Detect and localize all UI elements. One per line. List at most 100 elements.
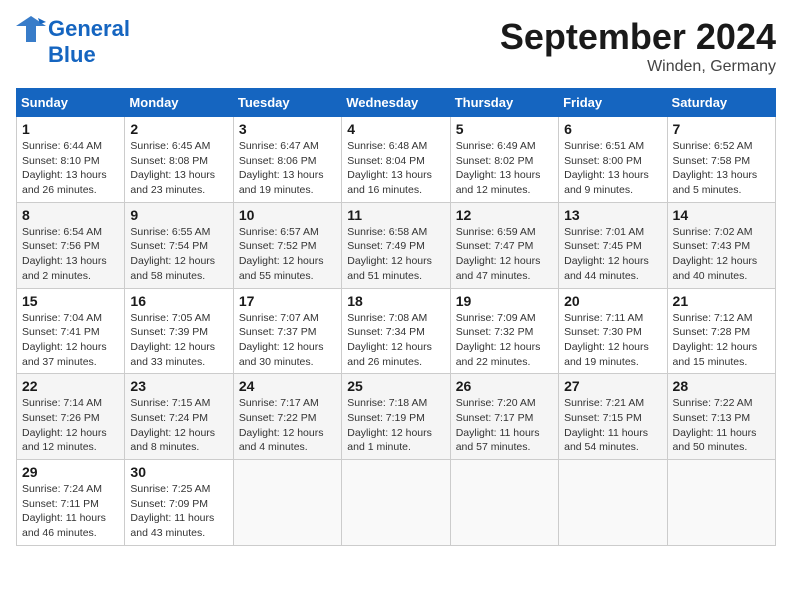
calendar-week-row: 15Sunrise: 7:04 AM Sunset: 7:41 PM Dayli… xyxy=(17,288,776,374)
logo-bird-icon xyxy=(16,16,46,42)
calendar-cell: 13 Sunrise: 7:01 AM Sunset: 7:45 PM Dayli… xyxy=(559,202,667,288)
calendar-cell: 25 Sunrise: 7:18 AM Sunset: 7:19 PM Dayli… xyxy=(342,374,450,460)
calendar-cell: 1Sunrise: 6:44 AM Sunset: 8:10 PM Daylig… xyxy=(17,117,125,203)
location: Winden, Germany xyxy=(500,58,776,76)
weekday-header: Tuesday xyxy=(233,89,341,117)
day-number: 29 xyxy=(22,464,119,480)
day-number: 3 xyxy=(239,121,336,137)
day-info: Sunrise: 6:51 AM Sunset: 8:00 PM Dayligh… xyxy=(564,139,661,198)
calendar-week-row: 22 Sunrise: 7:14 AM Sunset: 7:26 PM Dayli… xyxy=(17,374,776,460)
calendar-cell: 30 Sunrise: 7:25 AM Sunset: 7:09 PM Dayli… xyxy=(125,460,233,546)
calendar-header-row: SundayMondayTuesdayWednesdayThursdayFrid… xyxy=(17,89,776,117)
day-number: 16 xyxy=(130,293,227,309)
logo: General Blue xyxy=(16,16,130,68)
day-info: Sunrise: 7:24 AM Sunset: 7:11 PM Dayligh… xyxy=(22,482,119,541)
calendar-cell: 10 Sunrise: 6:57 AM Sunset: 7:52 PM Dayli… xyxy=(233,202,341,288)
day-number: 19 xyxy=(456,293,553,309)
calendar-cell: 18 Sunrise: 7:08 AM Sunset: 7:34 PM Dayli… xyxy=(342,288,450,374)
day-number: 15 xyxy=(22,293,119,309)
day-number: 26 xyxy=(456,378,553,394)
calendar-cell: 15Sunrise: 7:04 AM Sunset: 7:41 PM Dayli… xyxy=(17,288,125,374)
day-info: Sunrise: 7:14 AM Sunset: 7:26 PM Dayligh… xyxy=(22,396,119,455)
title-section: September 2024 Winden, Germany xyxy=(500,16,776,76)
weekday-header: Friday xyxy=(559,89,667,117)
day-info: Sunrise: 6:59 AM Sunset: 7:47 PM Dayligh… xyxy=(456,225,553,284)
day-info: Sunrise: 6:47 AM Sunset: 8:06 PM Dayligh… xyxy=(239,139,336,198)
day-number: 28 xyxy=(673,378,770,394)
day-info: Sunrise: 6:57 AM Sunset: 7:52 PM Dayligh… xyxy=(239,225,336,284)
day-number: 11 xyxy=(347,207,444,223)
day-info: Sunrise: 6:48 AM Sunset: 8:04 PM Dayligh… xyxy=(347,139,444,198)
day-info: Sunrise: 7:22 AM Sunset: 7:13 PM Dayligh… xyxy=(673,396,770,455)
day-number: 13 xyxy=(564,207,661,223)
calendar-week-row: 1Sunrise: 6:44 AM Sunset: 8:10 PM Daylig… xyxy=(17,117,776,203)
day-number: 2 xyxy=(130,121,227,137)
calendar-cell: 8Sunrise: 6:54 AM Sunset: 7:56 PM Daylig… xyxy=(17,202,125,288)
day-info: Sunrise: 6:49 AM Sunset: 8:02 PM Dayligh… xyxy=(456,139,553,198)
day-info: Sunrise: 7:08 AM Sunset: 7:34 PM Dayligh… xyxy=(347,311,444,370)
day-info: Sunrise: 7:01 AM Sunset: 7:45 PM Dayligh… xyxy=(564,225,661,284)
day-number: 18 xyxy=(347,293,444,309)
logo-general: General xyxy=(48,16,130,42)
day-info: Sunrise: 6:52 AM Sunset: 7:58 PM Dayligh… xyxy=(673,139,770,198)
day-number: 6 xyxy=(564,121,661,137)
day-number: 22 xyxy=(22,378,119,394)
calendar-cell xyxy=(233,460,341,546)
day-info: Sunrise: 7:02 AM Sunset: 7:43 PM Dayligh… xyxy=(673,225,770,284)
day-number: 24 xyxy=(239,378,336,394)
day-number: 17 xyxy=(239,293,336,309)
day-info: Sunrise: 7:25 AM Sunset: 7:09 PM Dayligh… xyxy=(130,482,227,541)
day-info: Sunrise: 7:20 AM Sunset: 7:17 PM Dayligh… xyxy=(456,396,553,455)
calendar-cell: 28 Sunrise: 7:22 AM Sunset: 7:13 PM Dayli… xyxy=(667,374,775,460)
calendar-cell: 27 Sunrise: 7:21 AM Sunset: 7:15 PM Dayli… xyxy=(559,374,667,460)
calendar-cell: 24 Sunrise: 7:17 AM Sunset: 7:22 PM Dayli… xyxy=(233,374,341,460)
day-info: Sunrise: 7:17 AM Sunset: 7:22 PM Dayligh… xyxy=(239,396,336,455)
day-info: Sunrise: 7:21 AM Sunset: 7:15 PM Dayligh… xyxy=(564,396,661,455)
day-info: Sunrise: 6:45 AM Sunset: 8:08 PM Dayligh… xyxy=(130,139,227,198)
day-number: 1 xyxy=(22,121,119,137)
day-info: Sunrise: 7:05 AM Sunset: 7:39 PM Dayligh… xyxy=(130,311,227,370)
day-info: Sunrise: 7:07 AM Sunset: 7:37 PM Dayligh… xyxy=(239,311,336,370)
calendar-cell: 19Sunrise: 7:09 AM Sunset: 7:32 PM Dayli… xyxy=(450,288,558,374)
day-info: Sunrise: 7:12 AM Sunset: 7:28 PM Dayligh… xyxy=(673,311,770,370)
day-number: 9 xyxy=(130,207,227,223)
day-info: Sunrise: 7:18 AM Sunset: 7:19 PM Dayligh… xyxy=(347,396,444,455)
calendar-cell: 12 Sunrise: 6:59 AM Sunset: 7:47 PM Dayli… xyxy=(450,202,558,288)
page-header: General Blue September 2024 Winden, Germ… xyxy=(16,16,776,76)
calendar-cell: 2 Sunrise: 6:45 AM Sunset: 8:08 PM Daylig… xyxy=(125,117,233,203)
day-info: Sunrise: 6:55 AM Sunset: 7:54 PM Dayligh… xyxy=(130,225,227,284)
calendar-cell: 4 Sunrise: 6:48 AM Sunset: 8:04 PM Daylig… xyxy=(342,117,450,203)
day-number: 30 xyxy=(130,464,227,480)
calendar-cell: 23 Sunrise: 7:15 AM Sunset: 7:24 PM Dayli… xyxy=(125,374,233,460)
calendar-cell: 17 Sunrise: 7:07 AM Sunset: 7:37 PM Dayli… xyxy=(233,288,341,374)
calendar-cell: 21Sunrise: 7:12 AM Sunset: 7:28 PM Dayli… xyxy=(667,288,775,374)
day-number: 4 xyxy=(347,121,444,137)
calendar-cell xyxy=(450,460,558,546)
weekday-header: Monday xyxy=(125,89,233,117)
calendar-cell: 29 Sunrise: 7:24 AM Sunset: 7:11 PM Dayli… xyxy=(17,460,125,546)
calendar-cell xyxy=(667,460,775,546)
weekday-header: Thursday xyxy=(450,89,558,117)
calendar-cell: 14Sunrise: 7:02 AM Sunset: 7:43 PM Dayli… xyxy=(667,202,775,288)
day-number: 27 xyxy=(564,378,661,394)
day-number: 25 xyxy=(347,378,444,394)
calendar-week-row: 29 Sunrise: 7:24 AM Sunset: 7:11 PM Dayli… xyxy=(17,460,776,546)
calendar-cell: 9 Sunrise: 6:55 AM Sunset: 7:54 PM Daylig… xyxy=(125,202,233,288)
calendar-cell xyxy=(559,460,667,546)
day-number: 5 xyxy=(456,121,553,137)
day-number: 23 xyxy=(130,378,227,394)
day-info: Sunrise: 7:15 AM Sunset: 7:24 PM Dayligh… xyxy=(130,396,227,455)
day-number: 12 xyxy=(456,207,553,223)
day-number: 20 xyxy=(564,293,661,309)
weekday-header: Sunday xyxy=(17,89,125,117)
weekday-header: Wednesday xyxy=(342,89,450,117)
day-info: Sunrise: 7:11 AM Sunset: 7:30 PM Dayligh… xyxy=(564,311,661,370)
calendar-week-row: 8Sunrise: 6:54 AM Sunset: 7:56 PM Daylig… xyxy=(17,202,776,288)
day-number: 10 xyxy=(239,207,336,223)
month-title: September 2024 xyxy=(500,16,776,58)
calendar-cell: 11Sunrise: 6:58 AM Sunset: 7:49 PM Dayli… xyxy=(342,202,450,288)
day-number: 7 xyxy=(673,121,770,137)
calendar-cell: 6 Sunrise: 6:51 AM Sunset: 8:00 PM Daylig… xyxy=(559,117,667,203)
day-info: Sunrise: 6:54 AM Sunset: 7:56 PM Dayligh… xyxy=(22,225,119,284)
calendar-cell: 3 Sunrise: 6:47 AM Sunset: 8:06 PM Daylig… xyxy=(233,117,341,203)
